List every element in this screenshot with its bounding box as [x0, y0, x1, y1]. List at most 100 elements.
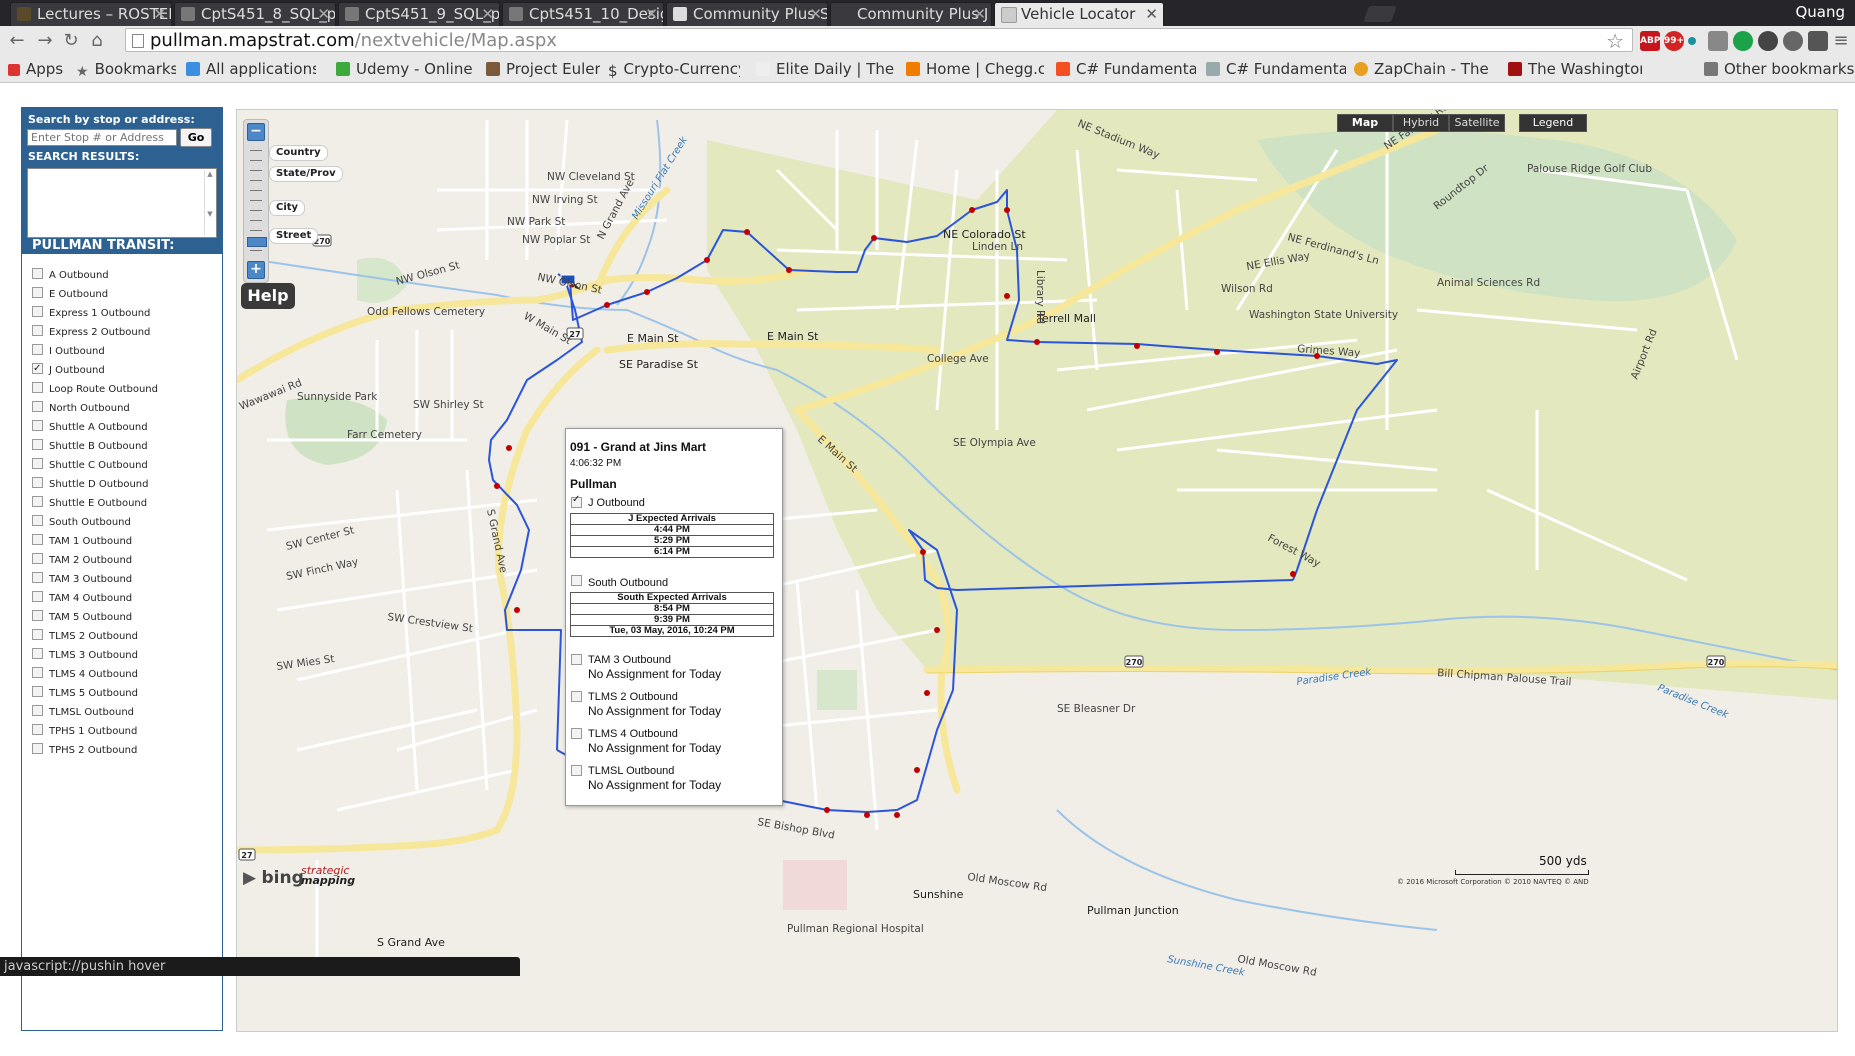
browser-tab[interactable]: Lectures – ROSTER- ✕ [10, 2, 172, 26]
new-tab-button[interactable] [1363, 6, 1397, 22]
help-button[interactable]: Help [241, 283, 295, 309]
bookmark-all-applications[interactable]: All applications [186, 59, 316, 79]
route-checkbox[interactable] [32, 705, 43, 716]
adblock-extension-icon[interactable]: ABP [1640, 31, 1660, 51]
bookmark-udemy[interactable]: Udemy - Online C [336, 59, 476, 79]
route-checkbox[interactable] [32, 325, 43, 336]
reload-icon[interactable]: ↻ [60, 30, 82, 52]
zoom-level-city[interactable]: City [269, 200, 306, 216]
route-item[interactable]: TAM 3 Outbound [32, 570, 217, 589]
browser-tab[interactable]: CptS451_10_Design ✕ [502, 2, 664, 26]
route-checkbox[interactable] [32, 648, 43, 659]
zoom-control[interactable]: − + [243, 119, 269, 283]
extension-icon[interactable] [1688, 37, 1696, 45]
results-scrollbar[interactable]: ▲ ▼ [204, 170, 215, 236]
route-item[interactable]: A Outbound [32, 266, 217, 285]
bookmark-other[interactable]: Other bookmarks [1704, 59, 1854, 79]
route-item[interactable]: TAM 5 Outbound [32, 608, 217, 627]
route-item[interactable]: J Outbound [32, 359, 217, 380]
route-item[interactable]: Shuttle C Outbound [32, 456, 217, 475]
popup-route-checkbox[interactable] [571, 691, 582, 702]
back-icon[interactable]: ← [6, 30, 28, 52]
route-checkbox[interactable] [32, 420, 43, 431]
route-checkbox[interactable] [32, 724, 43, 735]
route-item[interactable]: TLMS 4 Outbound [32, 665, 217, 684]
bookmark-chegg[interactable]: Home | Chegg.co [906, 59, 1044, 79]
popup-route-checkbox-j[interactable] [571, 494, 582, 508]
bookmark-bookmarks[interactable]: ★ Bookmarks [76, 59, 176, 79]
route-checkbox[interactable] [32, 610, 43, 621]
popup-route-checkbox[interactable] [571, 728, 582, 739]
route-item[interactable]: Shuttle E Outbound [32, 494, 217, 513]
close-tab-icon[interactable]: ✕ [973, 3, 986, 25]
popup-route-checkbox[interactable] [571, 654, 582, 665]
route-checkbox[interactable] [32, 553, 43, 564]
browser-tab[interactable]: Community Plus Ser ✕ [666, 2, 828, 26]
close-tab-icon[interactable]: ✕ [645, 3, 658, 25]
route-checkbox[interactable] [32, 344, 43, 355]
route-checkbox[interactable] [32, 743, 43, 754]
forward-icon[interactable]: → [34, 30, 56, 52]
map-type-map[interactable]: Map [1337, 114, 1393, 132]
route-checkbox[interactable] [32, 359, 43, 378]
route-checkbox[interactable] [32, 667, 43, 678]
route-checkbox[interactable] [32, 382, 43, 393]
route-item[interactable]: TAM 1 Outbound [32, 532, 217, 551]
route-item[interactable]: Shuttle A Outbound [32, 418, 217, 437]
route-item[interactable]: North Outbound [32, 399, 217, 418]
map-view[interactable]: 270 27 270 270 27 NW Park St NW Poplar S… [236, 109, 1838, 1032]
bookmark-star-icon[interactable]: ☆ [1606, 29, 1624, 53]
bookmark-csharp-2[interactable]: C# Fundamental [1206, 59, 1346, 79]
route-item[interactable]: TLMS 5 Outbound [32, 684, 217, 703]
route-checkbox[interactable] [32, 401, 43, 412]
route-item[interactable]: I Outbound [32, 342, 217, 361]
route-checkbox[interactable] [32, 496, 43, 507]
extension-icon[interactable] [1758, 31, 1778, 51]
close-tab-icon[interactable]: ✕ [1145, 3, 1158, 25]
route-item[interactable]: Loop Route Outbound [32, 380, 217, 399]
route-item[interactable]: South Outbound [32, 513, 217, 532]
bookmark-elite-daily[interactable]: Elite Daily | The C [756, 59, 894, 79]
bookmark-crypto[interactable]: $ Crypto-Currency [608, 59, 740, 79]
route-item[interactable]: Express 2 Outbound [32, 323, 217, 342]
route-checkbox[interactable] [32, 477, 43, 488]
map-type-hybrid[interactable]: Hybrid [1393, 114, 1449, 132]
route-checkbox[interactable] [32, 591, 43, 602]
route-checkbox[interactable] [32, 629, 43, 640]
close-tab-icon[interactable]: ✕ [153, 3, 166, 25]
bookmark-project-euler[interactable]: Project Euler [486, 59, 600, 79]
route-item[interactable]: TLMS 2 Outbound [32, 627, 217, 646]
home-icon[interactable]: ⌂ [86, 30, 108, 52]
browser-tab[interactable]: CptS451_8_SQL_par ✕ [174, 2, 336, 26]
route-checkbox[interactable] [32, 572, 43, 583]
zoom-level-state[interactable]: State/Prov [269, 166, 343, 182]
route-checkbox[interactable] [32, 268, 43, 279]
menu-icon[interactable]: ≡ [1830, 30, 1852, 52]
route-item[interactable]: Express 1 Outbound [32, 304, 217, 323]
zoom-out-button[interactable]: − [247, 123, 265, 141]
zoom-level-street[interactable]: Street [269, 228, 319, 244]
address-bar[interactable]: pullman.mapstrat.com/nextvehicle/Map.asp… [125, 28, 1633, 53]
close-tab-icon[interactable]: ✕ [809, 3, 822, 25]
route-checkbox[interactable] [32, 686, 43, 697]
bookmark-csharp-1[interactable]: C# Fundamental [1056, 59, 1196, 79]
route-checkbox[interactable] [32, 515, 43, 526]
route-item[interactable]: TLMSL Outbound [32, 703, 217, 722]
zoom-in-button[interactable]: + [247, 261, 265, 279]
jetbrains-extension-icon[interactable] [1708, 31, 1728, 51]
cast-icon[interactable] [1808, 31, 1828, 51]
route-checkbox[interactable] [32, 306, 43, 317]
route-item[interactable]: TLMS 3 Outbound [32, 646, 217, 665]
zoom-level-country[interactable]: Country [269, 145, 328, 161]
page-info-icon[interactable] [132, 34, 144, 48]
bookmark-zapchain[interactable]: ZapChain - The w [1354, 59, 1494, 79]
go-button[interactable]: Go [180, 128, 212, 147]
popup-route-checkbox[interactable] [571, 765, 582, 776]
legend-button[interactable]: Legend [1519, 114, 1587, 132]
notification-extension-icon[interactable]: 99+ [1664, 31, 1684, 51]
route-item[interactable]: E Outbound [32, 285, 217, 304]
popup-route-checkbox-south[interactable] [571, 575, 582, 586]
route-item[interactable]: TPHS 1 Outbound [32, 722, 217, 741]
search-input[interactable] [27, 129, 177, 146]
route-item[interactable]: Shuttle D Outbound [32, 475, 217, 494]
